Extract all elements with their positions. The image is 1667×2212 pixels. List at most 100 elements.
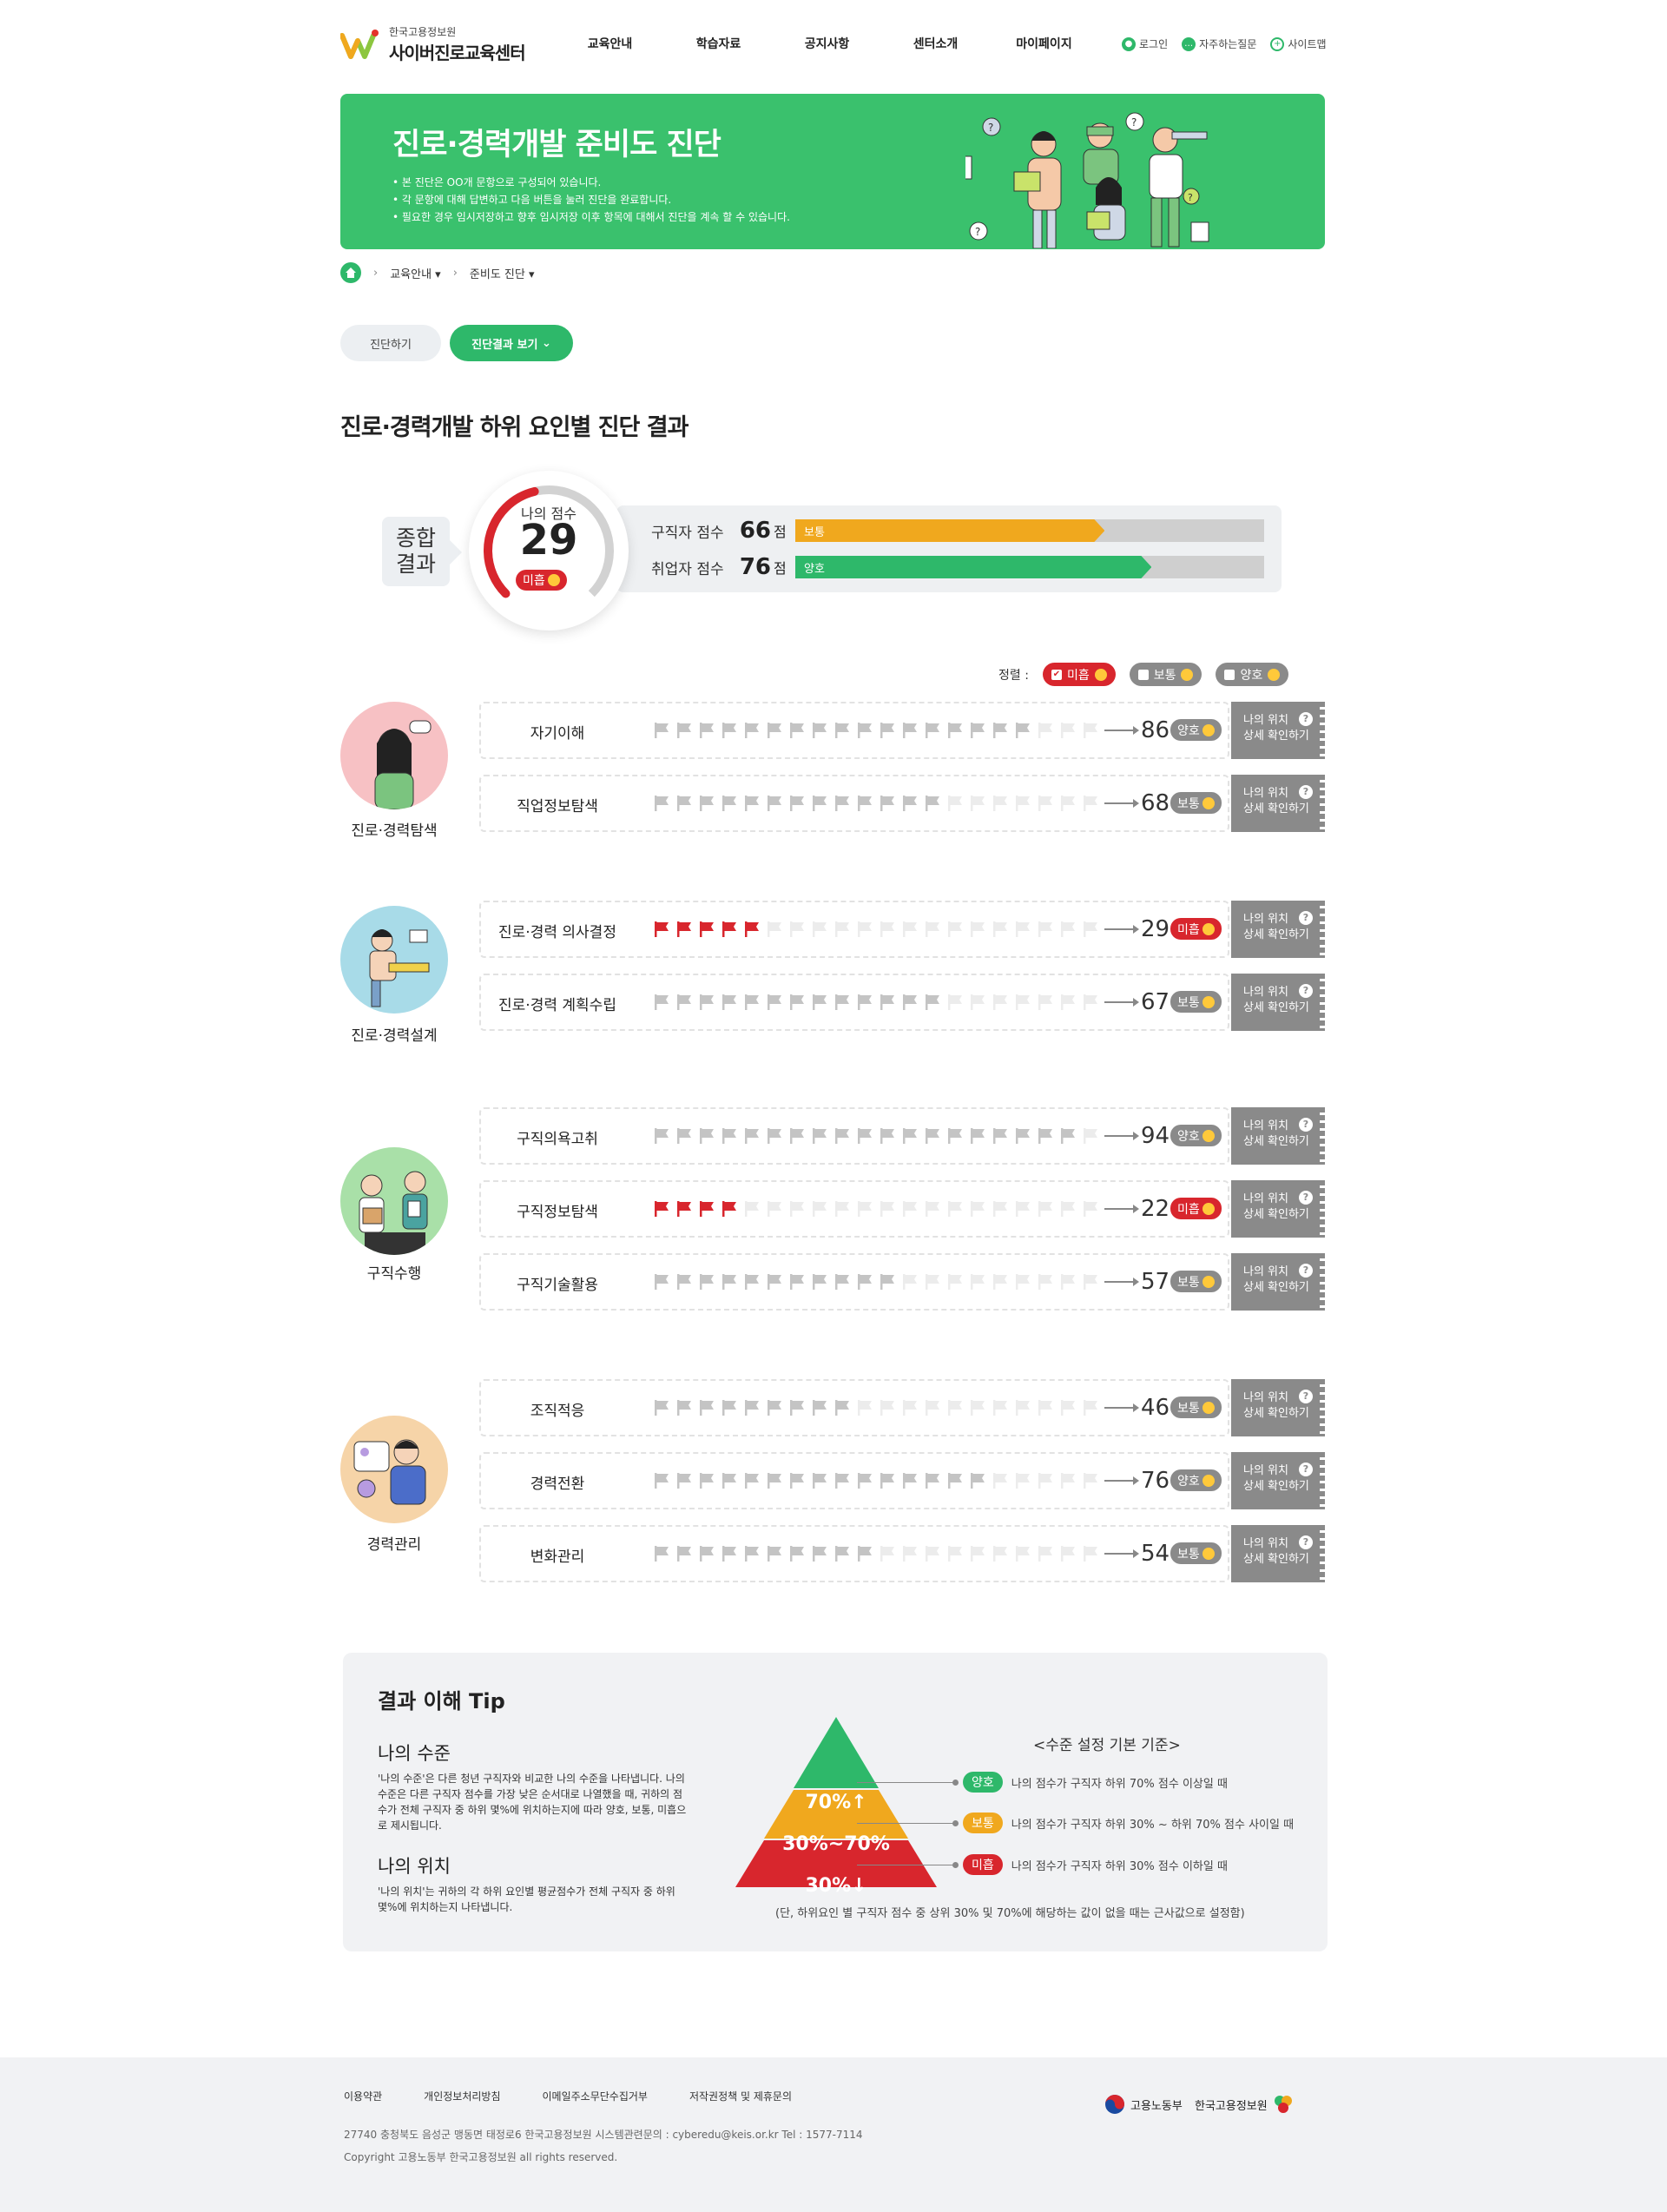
sort-option-poor[interactable]: ✔ 미흡	[1042, 663, 1116, 686]
arrow-right-icon	[1104, 998, 1139, 1007]
my-position-button[interactable]: 나의 위치? 상세 확인하기	[1231, 1525, 1325, 1582]
my-position-button[interactable]: 나의 위치? 상세 확인하기	[1231, 1107, 1325, 1165]
keis-logo[interactable]: 한국고용정보원	[1195, 2094, 1294, 2115]
breadcrumb-level1[interactable]: 교육안내 ▾	[390, 265, 441, 281]
flag-filled-icon	[1016, 723, 1030, 738]
flag-empty-icon	[813, 921, 827, 937]
factor-score: 29	[1141, 916, 1170, 942]
flag-filled-icon	[903, 994, 917, 1010]
flag-filled-icon	[790, 723, 804, 738]
sort-option-good[interactable]: 양호	[1216, 663, 1289, 686]
sort-option-label: 보통	[1153, 668, 1176, 683]
group-illustration-jobsearch	[340, 1147, 448, 1255]
breadcrumb-level2[interactable]: 준비도 진단 ▾	[470, 265, 535, 281]
flag-empty-icon	[993, 1400, 1007, 1416]
nav-item-materials[interactable]: 학습자료	[664, 35, 773, 52]
flag-empty-icon	[926, 1400, 939, 1416]
factor-name: 구직정보탐색	[517, 1204, 598, 1221]
flag-filled-icon	[700, 921, 714, 937]
factor-name: 변화관리	[530, 1548, 585, 1566]
flag-empty-icon	[880, 1400, 894, 1416]
footer-link-privacy[interactable]: 개인정보처리방침	[424, 2089, 500, 2103]
position-line1: 나의 위치	[1243, 1537, 1288, 1550]
breadcrumb: › 교육안내 ▾ › 준비도 진단 ▾	[340, 262, 535, 283]
bar-track: 양호	[795, 556, 1264, 578]
my-position-button[interactable]: 나의 위치? 상세 확인하기	[1231, 1452, 1325, 1509]
main-nav: 교육안내 학습자료 공지사항 센터소개 마이페이지	[556, 35, 1098, 52]
flag-filled-icon	[903, 723, 917, 738]
flag-filled-icon	[813, 1128, 827, 1144]
faq-link[interactable]: … 자주하는질문	[1182, 36, 1256, 51]
flag-empty-icon	[1038, 994, 1052, 1010]
tab-diagnose[interactable]: 진단하기	[340, 325, 441, 361]
factor-level-text: 양호	[1177, 1474, 1200, 1489]
my-position-button[interactable]: 나의 위치? 상세 확인하기	[1231, 1379, 1325, 1436]
flag-filled-icon	[768, 1400, 781, 1416]
flag-filled-icon	[813, 796, 827, 811]
flag-filled-icon	[858, 723, 872, 738]
factor-row: 자기이해 86 양호 나의 위치? 상세 확인하기	[479, 702, 1325, 759]
flag-empty-icon	[880, 921, 894, 937]
sort-option-normal[interactable]: 보통	[1129, 663, 1202, 686]
home-icon[interactable]	[340, 262, 361, 283]
flag-empty-icon	[1061, 994, 1075, 1010]
flag-filled-icon	[835, 1400, 849, 1416]
flag-filled-icon	[745, 723, 759, 738]
frown-face-icon	[1094, 668, 1107, 681]
login-link[interactable]: ● 로그인	[1122, 36, 1168, 51]
flag-empty-icon	[993, 796, 1007, 811]
my-position-button[interactable]: 나의 위치? 상세 확인하기	[1231, 901, 1325, 958]
svg-text:?: ?	[988, 122, 993, 134]
my-position-button[interactable]: 나의 위치? 상세 확인하기	[1231, 1180, 1325, 1238]
flag-empty-icon	[1061, 796, 1075, 811]
flag-empty-icon	[903, 1274, 917, 1290]
site-logo[interactable]: 한국고용정보원 사이버진로교육센터	[339, 24, 526, 64]
footer-link-copyright[interactable]: 저작권정책 및 제휴문의	[689, 2089, 792, 2103]
flag-empty-icon	[813, 1201, 827, 1217]
banner-illustration: ? ? ? ?	[965, 112, 1209, 248]
footer-link-terms[interactable]: 이용약관	[344, 2089, 382, 2103]
my-position-button[interactable]: 나의 위치? 상세 확인하기	[1231, 775, 1325, 832]
flag-filled-icon	[677, 723, 691, 738]
nav-item-notice[interactable]: 공지사항	[773, 35, 881, 52]
flag-empty-icon	[948, 921, 962, 937]
criteria-note: (단, 하위요인 별 구직자 점수 중 상위 30% 및 70%에 해당하는 값…	[775, 1907, 1245, 1920]
flag-filled-icon	[745, 1128, 759, 1144]
nav-item-mypage[interactable]: 마이페이지	[990, 35, 1098, 52]
neutral-face-icon	[1181, 668, 1194, 681]
flag-empty-icon	[880, 1546, 894, 1562]
flag-empty-icon	[1061, 1400, 1075, 1416]
factor-row: 경력전환 76 양호 나의 위치? 상세 확인하기	[479, 1452, 1325, 1509]
flag-filled-icon	[790, 1274, 804, 1290]
neutral-face-icon	[1202, 796, 1215, 809]
moel-logo[interactable]: 고용노동부	[1104, 2094, 1183, 2115]
criteria-text: 나의 점수가 구직자 하위 30% 점수 이하일 때	[1011, 1859, 1228, 1873]
flag-filled-icon	[858, 1473, 872, 1489]
flag-empty-icon	[1084, 1473, 1097, 1489]
flag-filled-icon	[993, 1128, 1007, 1144]
flag-empty-icon	[993, 921, 1007, 937]
footer-link-email-policy[interactable]: 이메일주소무단수집거부	[543, 2089, 648, 2103]
nav-item-about[interactable]: 센터소개	[881, 35, 990, 52]
moel-logo-text: 고용노동부	[1130, 2099, 1183, 2113]
nav-item-education[interactable]: 교육안내	[556, 35, 664, 52]
position-line2: 상세 확인하기	[1243, 1407, 1309, 1420]
position-line2: 상세 확인하기	[1243, 928, 1309, 941]
flag-empty-icon	[1061, 921, 1075, 937]
bar-fill: 양호	[795, 556, 1151, 578]
user-icon: ●	[1122, 36, 1136, 51]
tab-result[interactable]: 진단결과 보기 ⌄	[450, 325, 573, 361]
flag-empty-icon	[971, 1400, 985, 1416]
my-position-button[interactable]: 나의 위치? 상세 확인하기	[1231, 1253, 1325, 1311]
flag-empty-icon	[971, 994, 985, 1010]
page-title: 진로·경력개발 준비도 진단	[392, 128, 721, 162]
summary-label: 종합 결과	[382, 517, 450, 586]
flag-empty-icon	[993, 1473, 1007, 1489]
sitemap-link[interactable]: + 사이트맵	[1270, 36, 1327, 51]
flag-empty-icon	[1016, 994, 1030, 1010]
arrow-right-icon	[1104, 1132, 1139, 1140]
my-position-button[interactable]: 나의 위치? 상세 확인하기	[1231, 974, 1325, 1031]
my-position-button[interactable]: 나의 위치? 상세 확인하기	[1231, 702, 1325, 759]
flag-empty-icon	[926, 1274, 939, 1290]
flag-filled-icon	[768, 1473, 781, 1489]
